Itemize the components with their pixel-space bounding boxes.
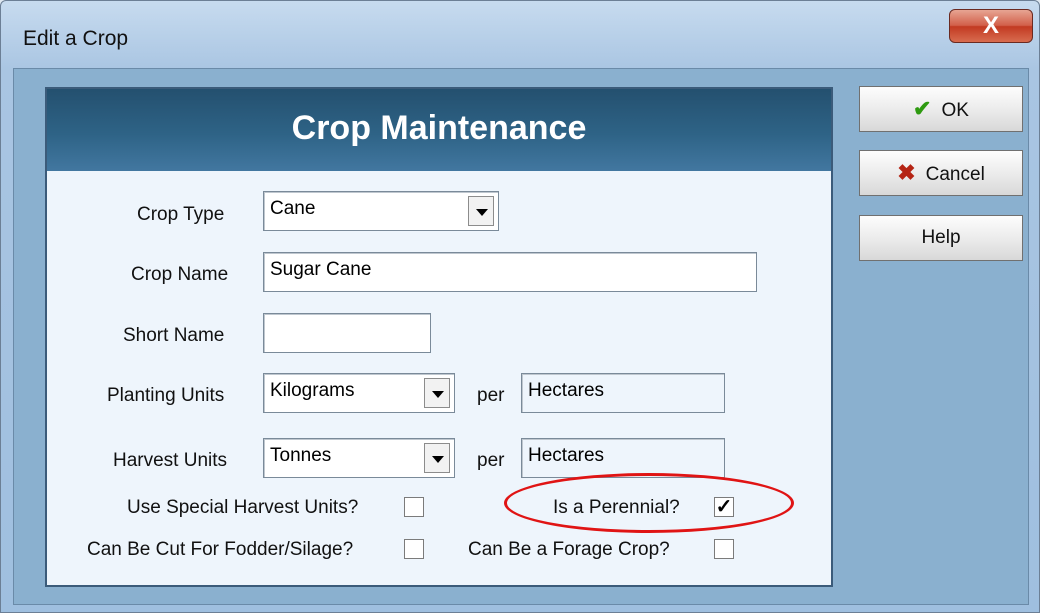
window-title: Edit a Crop <box>23 27 129 50</box>
perennial-label: Is a Perennial? <box>553 497 680 518</box>
harvest-per-value: Hectares <box>528 445 605 466</box>
crop-type-value: Cane <box>270 198 316 219</box>
cancel-label: Cancel <box>925 164 985 185</box>
crop-name-label: Crop Name <box>131 264 229 285</box>
harvest-units-value: Tonnes <box>270 445 332 466</box>
planting-units-select[interactable]: Kilograms <box>263 373 455 413</box>
panel-header: Crop Maintenance <box>47 89 831 171</box>
chevron-down-icon[interactable] <box>468 196 494 226</box>
help-button[interactable]: Help <box>859 215 1023 261</box>
short-name-input[interactable] <box>263 313 431 353</box>
x-icon: ✖ <box>897 160 916 185</box>
perennial-checkbox[interactable]: ✓ <box>714 497 734 517</box>
short-name-label: Short Name <box>123 325 225 346</box>
special-harvest-checkbox[interactable] <box>404 497 424 517</box>
special-harvest-label: Use Special Harvest Units? <box>127 497 359 518</box>
harvest-units-label: Harvest Units <box>113 450 228 471</box>
planting-units-value: Kilograms <box>270 380 355 401</box>
forage-label: Can Be a Forage Crop? <box>468 539 670 560</box>
fodder-checkbox[interactable] <box>404 539 424 559</box>
title-bar: Edit a Crop X <box>1 1 1039 71</box>
planting-per-field: Hectares <box>521 373 725 413</box>
harvest-units-select[interactable]: Tonnes <box>263 438 455 478</box>
ok-label: OK <box>941 100 969 121</box>
fodder-label: Can Be Cut For Fodder/Silage? <box>87 539 354 560</box>
planting-per-label: per <box>477 385 505 406</box>
crop-type-select[interactable]: Cane <box>263 191 499 231</box>
harvest-per-field: Hectares <box>521 438 725 478</box>
planting-units-label: Planting Units <box>107 385 225 406</box>
close-icon: X <box>982 12 999 39</box>
forage-checkbox[interactable] <box>714 539 734 559</box>
edit-crop-window: Edit a Crop X Crop Maintenance Crop Type… <box>0 0 1040 613</box>
panel-title: Crop Maintenance <box>291 109 587 147</box>
cancel-button[interactable]: ✖ Cancel <box>859 150 1023 196</box>
chevron-down-icon[interactable] <box>424 443 450 473</box>
checkmark-icon: ✔ <box>913 96 932 121</box>
chevron-down-icon[interactable] <box>424 378 450 408</box>
planting-per-value: Hectares <box>528 380 605 401</box>
crop-type-label: Crop Type <box>137 204 225 225</box>
ok-button[interactable]: ✔ OK <box>859 86 1023 132</box>
harvest-per-label: per <box>477 450 505 471</box>
crop-name-value: Sugar Cane <box>270 259 372 280</box>
checkmark-icon: ✓ <box>715 496 733 518</box>
crop-name-input[interactable]: Sugar Cane <box>263 252 757 292</box>
help-label: Help <box>921 227 961 248</box>
close-button[interactable]: X <box>949 9 1033 43</box>
